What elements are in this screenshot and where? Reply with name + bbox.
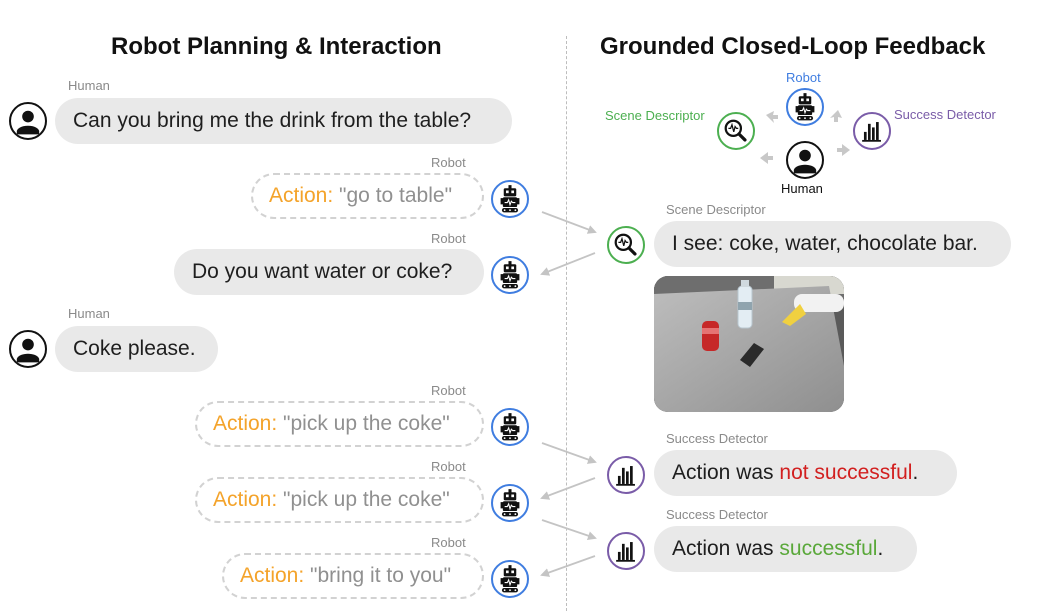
human-avatar [9,330,47,368]
person-icon [11,332,45,366]
recycle-arrow-icon [760,152,773,164]
success-detector-avatar [607,532,645,570]
arrow-success-to-robot-1 [540,477,596,500]
arrow-action-to-success-1 [541,442,597,464]
loop-success-label: Success Detector [894,107,996,122]
robot-action-bubble: Action: "pick up the coke" [195,477,484,523]
robot-icon [788,90,822,124]
bar-chart-icon [609,458,643,492]
speaker-label: Robot [431,459,466,474]
robot-avatar [491,256,529,294]
speaker-label: Robot [431,383,466,398]
speaker-label: Scene Descriptor [666,202,766,217]
robot-avatar [491,180,529,218]
robot-icon [493,410,527,444]
arrow-action-to-scene [541,211,597,234]
speaker-label: Robot [431,535,466,550]
human-avatar [9,102,47,140]
robot-action-bubble: Action: "go to table" [251,173,484,219]
action-label: Action: [240,564,305,587]
loop-human-label: Human [781,181,823,196]
message-text: Can you bring me the drink from the tabl… [73,109,472,132]
scene-photo [654,276,844,412]
message-text: Coke please. [73,337,196,360]
success-detector-avatar [607,456,645,494]
speaker-label: Human [68,78,110,93]
arrow-action-to-success-2 [541,519,597,541]
robot-icon [493,562,527,596]
magnifier-waveform-icon [609,228,643,262]
recycle-arrow-icon [830,110,842,122]
recycle-arrow-icon [766,111,778,123]
status-successful: successful [779,537,878,560]
action-text: "pick up the coke" [283,488,450,511]
action-text: "bring it to you" [310,564,452,587]
robot-avatar [491,408,529,446]
robot-avatar [491,560,529,598]
message-text: Do you want water or coke? [192,260,453,283]
robot-avatar [491,484,529,522]
success-message-bubble: Action was successful. [654,526,917,572]
action-text: "pick up the coke" [283,412,450,435]
action-text: "go to table" [339,184,453,207]
action-label: Action: [269,184,334,207]
speaker-label: Success Detector [666,507,768,522]
person-icon [11,104,45,138]
robot-action-bubble: Action: "pick up the coke" [195,401,484,447]
success-message-bubble: Action was not successful. [654,450,957,496]
robot-action-bubble: Action: "bring it to you" [222,553,484,599]
person-icon [788,143,822,177]
flow-arrows [540,110,850,577]
status-not-successful: not successful [779,461,913,484]
loop-robot-label: Robot [786,70,821,85]
speaker-label: Robot [431,231,466,246]
action-label: Action: [213,488,278,511]
loop-robot-node [786,88,824,126]
loop-human-node [786,141,824,179]
message-prefix: Action was [672,537,780,560]
human-message-bubble: Coke please. [55,326,218,372]
scene-descriptor-avatar [607,226,645,264]
arrow-success-to-robot-2 [540,555,596,577]
message-suffix: . [877,537,884,560]
message-suffix: . [912,461,919,484]
speaker-label: Success Detector [666,431,768,446]
recycle-arrow-icon [837,144,850,156]
scene-message-bubble: I see: coke, water, chocolate bar. [654,221,1011,267]
bar-chart-icon [855,114,889,148]
action-label: Action: [213,412,278,435]
magnifier-waveform-icon [719,114,753,148]
loop-success-node [853,112,891,150]
speaker-label: Robot [431,155,466,170]
bar-chart-icon [609,534,643,568]
arrow-scene-to-robot [540,252,596,276]
robot-icon [493,486,527,520]
robot-message-bubble: Do you want water or coke? [174,249,484,295]
message-text: I see: coke, water, chocolate bar. [672,232,978,255]
message-prefix: Action was [672,461,780,484]
robot-icon [493,258,527,292]
robot-icon [493,182,527,216]
human-message-bubble: Can you bring me the drink from the tabl… [55,98,512,144]
loop-scene-node [717,112,755,150]
loop-scene-label: Scene Descriptor [605,108,705,123]
speaker-label: Human [68,306,110,321]
